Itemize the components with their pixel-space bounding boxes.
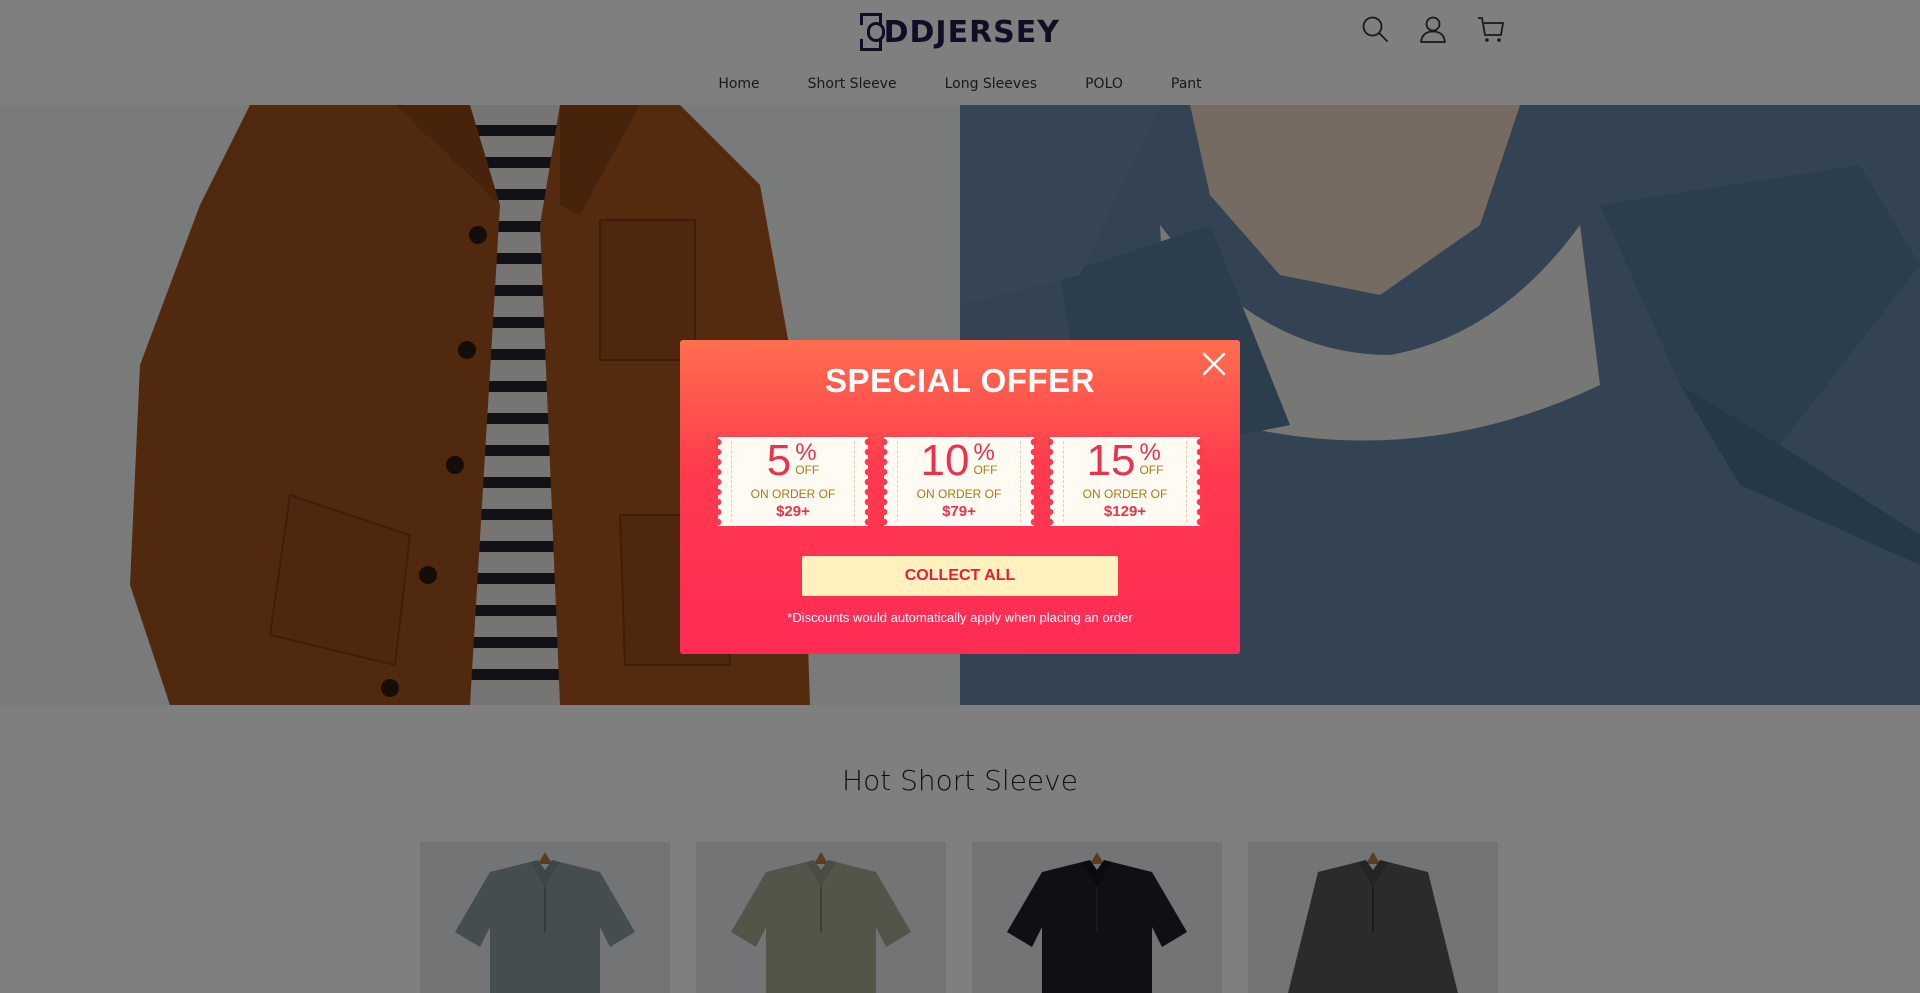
coupon-card: 10 % OFF ON ORDER OF $79+ bbox=[880, 436, 1038, 526]
coupon-threshold: $79+ bbox=[942, 503, 976, 520]
coupon-order-label: ON ORDER OF bbox=[1082, 487, 1168, 501]
coupon-value: 15 bbox=[1086, 436, 1136, 485]
coupon-list: 5 % OFF ON ORDER OF $29+ 10 % OFF ON ORD… bbox=[714, 436, 1204, 526]
coupon-value: 10 bbox=[920, 436, 970, 485]
discount-note: *Discounts would automatically apply whe… bbox=[787, 610, 1133, 625]
coupon-order-label: ON ORDER OF bbox=[916, 487, 1002, 501]
collect-all-button[interactable]: COLLECT ALL bbox=[802, 556, 1118, 596]
coupon-percent: % bbox=[1139, 439, 1161, 466]
coupon-card: 5 % OFF ON ORDER OF $29+ bbox=[714, 436, 872, 526]
special-offer-modal: SPECIAL OFFER 5 % OFF ON ORDER OF $29+ 1… bbox=[680, 340, 1240, 654]
coupon-threshold: $29+ bbox=[776, 503, 810, 520]
coupon-off: OFF bbox=[1139, 463, 1164, 477]
coupon-card: 15 % OFF ON ORDER OF $129+ bbox=[1046, 436, 1204, 526]
coupon-value: 5 bbox=[766, 436, 792, 485]
coupon-off: OFF bbox=[795, 463, 820, 477]
coupon-off: OFF bbox=[973, 463, 998, 477]
coupon-order-label: ON ORDER OF bbox=[750, 487, 836, 501]
coupon-percent: % bbox=[973, 439, 995, 466]
coupon-percent: % bbox=[795, 439, 817, 466]
modal-title: SPECIAL OFFER bbox=[825, 362, 1095, 399]
coupon-threshold: $129+ bbox=[1103, 503, 1147, 520]
